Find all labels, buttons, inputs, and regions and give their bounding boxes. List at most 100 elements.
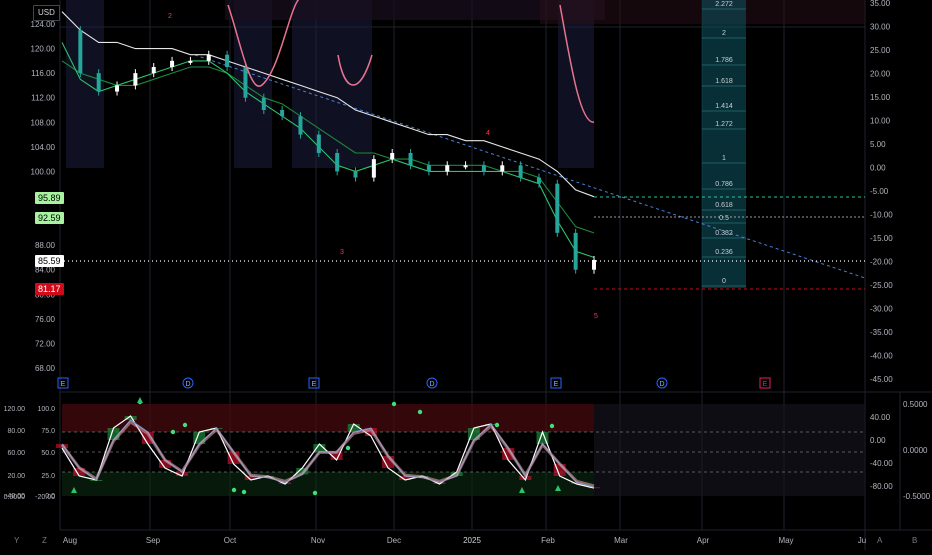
candle-body [481,165,486,172]
fib-label-2.272: 2.272 [715,1,733,8]
right-axis-20.00: 20.00 [870,70,891,79]
osc-left-0.0: 0.0 [45,493,55,500]
event-marker-d: D [182,377,194,389]
right-axis-25.00: 25.00 [870,46,891,55]
event-marker-e: E [759,377,771,389]
right-axis--25.00: -25.00 [870,281,893,290]
osc-signal-dot [345,445,351,451]
price-axis-108.00: 108.00 [31,118,56,127]
osc-left-20.00: 20.00 [7,473,25,480]
time-label-2025: 2025 [463,536,481,545]
price-tag-95-89: 95.89 [35,192,64,204]
price-axis-76.00: 76.00 [35,315,56,324]
osc-left-50.0: 50.0 [41,450,55,457]
event-text: E [61,381,66,388]
price-axis-68.00: 68.00 [35,364,56,373]
right-axis--5.00: -5.00 [870,187,889,196]
time-label-Feb: Feb [541,536,555,545]
event-marker-e: E [308,377,320,389]
price-axis-72.00: 72.00 [35,339,56,348]
candle-body [151,67,156,74]
osc-right-40.00: 40.00 [870,413,891,422]
time-label-Mar: Mar [614,536,628,545]
candle-body [261,97,266,110]
event-text: E [554,381,559,388]
candle-body [188,60,193,63]
osc-left-120.00: 120.00 [4,406,26,413]
osc-signal-dot [170,429,176,435]
right-axis-30.00: 30.00 [870,23,891,32]
candle-body [463,165,468,168]
price-axis-120.00: 120.00 [31,45,56,54]
candle-body [170,60,175,67]
fib-label-1.272: 1.272 [715,121,733,128]
osc-far-right-0.5000: 0.5000 [903,400,928,409]
osc-signal-dot [241,489,247,495]
osc-arrow [137,397,143,403]
auto-button[interactable]: A [877,536,882,545]
price-axis-104.00: 104.00 [31,143,56,152]
price-tag-81-17: 81.17 [35,283,64,295]
candle-body [115,85,120,92]
candle-body [445,165,450,172]
wave-label-5: 5 [594,313,598,320]
time-label-Oct: Oct [224,536,237,545]
fib-box [702,0,746,288]
right-axis-5.00: 5.00 [870,140,886,149]
fib-label-0.618: 0.618 [715,202,733,209]
osc-os-zone [62,472,594,496]
fib-label-1: 1 [722,155,726,162]
candle-body [518,165,523,178]
candle-body [536,177,541,184]
candle-body [280,110,285,117]
osc-signal-dot [494,422,500,428]
event-text: E [312,381,317,388]
right-axis-35.00: 35.00 [870,0,891,8]
fib-label-1.414: 1.414 [715,103,733,110]
candle-body [78,30,83,74]
osc-far-right-0.0000: 0.0000 [903,446,928,455]
candle-body [353,171,358,178]
osc-signal-dot [391,401,397,407]
osc-far-right--0.5000: -0.5000 [903,492,931,501]
candle-body [316,134,321,153]
right-axis--45.00: -45.00 [870,375,893,384]
candle-body [206,54,211,61]
osc-left--40.00: -40.00 [5,493,25,500]
fib-label-0: 0 [722,278,726,285]
event-marker-d: D [656,377,668,389]
event-text: D [659,381,664,388]
fib-label-0.236: 0.236 [715,249,733,256]
price-axis-112.00: 112.00 [31,94,55,103]
right-axis--30.00: -30.00 [870,305,893,314]
settings-button[interactable]: Y [14,536,19,545]
candle-body [592,259,596,270]
candle-body [426,165,431,172]
price-axis-100.00: 100.00 [31,167,56,176]
osc-left-25.0: 25.0 [41,473,55,480]
event-text: E [763,381,768,388]
candle-body [371,159,376,178]
time-label-May: May [778,536,793,545]
right-axis-0.00: 0.00 [870,164,886,173]
osc-right--40.00: -40.00 [870,459,893,468]
price-axis-116.00: 116.00 [31,69,55,78]
chart-canvas: 2.272 2 1.786 1.618 1.414 1.272 1 0.786 0.618 0.5… [4,0,932,550]
wave-label-3: 3 [340,249,344,256]
price-tag-92-59: 92.59 [35,212,64,224]
price-tag-85-59: 85.59 [35,255,64,267]
candle-body [335,153,340,172]
right-axis--40.00: -40.00 [870,352,893,361]
time-label-Apr: Apr [697,536,710,545]
price-axis-84.00: 84.00 [35,266,56,275]
osc-right--80.00: -80.00 [870,482,893,491]
time-label-Sep: Sep [146,536,161,545]
event-marker-e: E [550,377,562,389]
candle-body [390,153,395,160]
zoom-button[interactable]: Z [42,536,47,545]
scale-button[interactable]: B [912,536,917,545]
osc-left-80.00: 80.00 [7,428,25,435]
osc-right-0.00: 0.00 [870,436,886,445]
candle-body [243,67,248,98]
right-axis--35.00: -35.00 [870,328,893,337]
